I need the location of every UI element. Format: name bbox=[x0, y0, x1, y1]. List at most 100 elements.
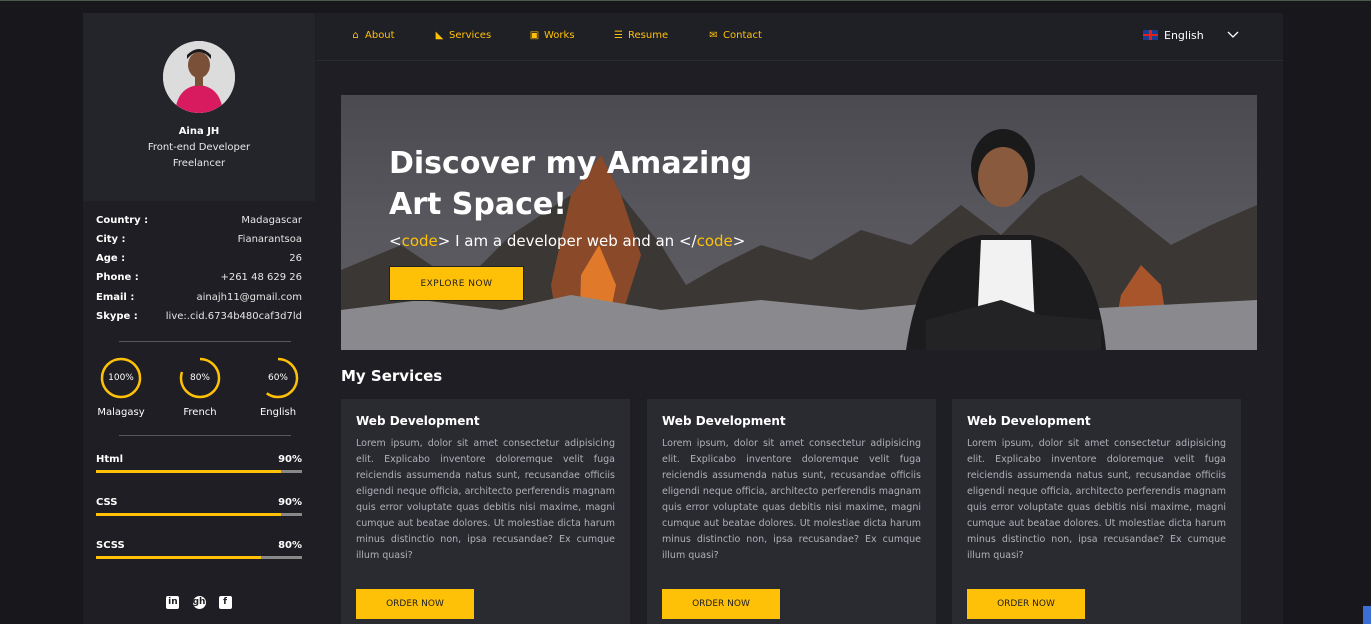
scrollbar[interactable] bbox=[1363, 606, 1371, 624]
skill-bar bbox=[96, 470, 302, 473]
avatar bbox=[163, 41, 235, 113]
nav-about[interactable]: ⌂ About bbox=[350, 29, 395, 43]
skill-percent: 80% bbox=[278, 540, 302, 551]
skill-html: Html 90% bbox=[96, 454, 302, 473]
linkedin-icon[interactable]: in bbox=[166, 596, 180, 609]
page-container: Aina JH Front-end Developer Freelancer C… bbox=[83, 13, 1283, 624]
nav-label: Works bbox=[544, 30, 575, 41]
language-name: Malagasy bbox=[97, 407, 145, 418]
info-value: Fianarantsoa bbox=[237, 234, 302, 245]
info-value: ainajh11@gmail.com bbox=[196, 292, 302, 303]
language-name: English bbox=[259, 407, 297, 418]
chevron-down-icon[interactable] bbox=[1227, 28, 1239, 40]
language-percent: 80% bbox=[189, 373, 210, 383]
profile-card: Aina JH Front-end Developer Freelancer bbox=[83, 13, 315, 201]
info-value: Madagascar bbox=[241, 215, 302, 226]
hero-sub-open: < bbox=[389, 232, 402, 250]
skill-css: CSS 90% bbox=[96, 497, 302, 516]
skill-name: Html bbox=[96, 454, 123, 465]
info-city: City : Fianarantsoa bbox=[96, 234, 302, 248]
service-title: Web Development bbox=[967, 414, 1091, 428]
skill-bar-fill bbox=[96, 470, 282, 473]
language-english: 60% English bbox=[243, 357, 313, 418]
divider bbox=[119, 435, 291, 436]
skill-bar bbox=[96, 556, 302, 559]
progress-ring: 80% bbox=[179, 357, 221, 399]
hero-sub-text: > I am a developer web and an </ bbox=[437, 232, 697, 250]
info-email: Email : ainajh11@gmail.com bbox=[96, 292, 302, 306]
skill-percent: 90% bbox=[278, 454, 302, 465]
service-card: Web Development Lorem ipsum, dolor sit a… bbox=[341, 399, 630, 624]
service-description: Lorem ipsum, dolor sit amet consectetur … bbox=[356, 438, 615, 561]
info-skype: Skype : live:.cid.6734b480caf3d7ld bbox=[96, 311, 302, 325]
progress-ring: 60% bbox=[257, 357, 299, 399]
info-value: +261 48 629 26 bbox=[220, 272, 302, 283]
facebook-icon[interactable]: f bbox=[218, 596, 232, 609]
nav-resume[interactable]: ☰ Resume bbox=[613, 29, 668, 43]
divider bbox=[119, 341, 291, 342]
service-title: Web Development bbox=[662, 414, 786, 428]
social-links: in gh f bbox=[83, 589, 315, 609]
hero-code-tag: code bbox=[696, 232, 733, 250]
contact-icon: ✉ bbox=[709, 30, 718, 41]
info-country: Country : Madagascar bbox=[96, 215, 302, 229]
language-percent: 100% bbox=[108, 373, 134, 383]
top-nav: ⌂ About ◣ Services ▣ Works ☰ Resume ✉ Contact… bbox=[317, 13, 1283, 61]
order-now-button[interactable]: ORDER NOW bbox=[356, 589, 474, 619]
hero-banner: Discover my Amazing Art Space! <code> I … bbox=[341, 95, 1257, 350]
explore-now-button[interactable]: EXPLORE NOW bbox=[389, 266, 524, 301]
skill-percent: 90% bbox=[278, 497, 302, 508]
nav-label: Contact bbox=[723, 30, 762, 41]
info-age: Age : 26 bbox=[96, 253, 302, 267]
hero-sub-close: > bbox=[732, 232, 746, 250]
skill-bar-fill bbox=[96, 556, 261, 559]
info-value: 26 bbox=[289, 253, 302, 264]
info-label: City : bbox=[96, 234, 126, 245]
info-label: Phone : bbox=[96, 272, 139, 283]
uk-flag-icon bbox=[1143, 30, 1158, 40]
order-now-button[interactable]: ORDER NOW bbox=[967, 589, 1085, 619]
info-label: Country : bbox=[96, 215, 149, 226]
top-border bbox=[0, 0, 1371, 1]
skill-name: CSS bbox=[96, 497, 118, 508]
profile-status: Freelancer bbox=[172, 158, 226, 169]
briefcase-icon: ▣ bbox=[529, 30, 540, 41]
language-percent: 60% bbox=[267, 373, 288, 383]
skill-name: SCSS bbox=[96, 540, 125, 551]
info-label: Age : bbox=[96, 253, 126, 264]
hero-subtitle: <code> I am a developer web and an </cod… bbox=[389, 232, 745, 250]
language-selector[interactable]: English bbox=[1143, 29, 1204, 42]
language-french: 80% French bbox=[165, 357, 235, 418]
info-phone: Phone : +261 48 629 26 bbox=[96, 272, 302, 286]
order-now-button[interactable]: ORDER NOW bbox=[662, 589, 780, 619]
nav-label: About bbox=[365, 30, 395, 41]
language-malagasy: 100% Malagasy bbox=[86, 357, 156, 418]
progress-ring: 100% bbox=[100, 357, 142, 399]
nav-label: Resume bbox=[628, 30, 669, 41]
nav-contact[interactable]: ✉ Contact bbox=[708, 29, 762, 43]
nav-services[interactable]: ◣ Services bbox=[434, 29, 492, 43]
services-heading: My Services bbox=[341, 367, 443, 385]
service-description: Lorem ipsum, dolor sit amet consectetur … bbox=[967, 438, 1226, 561]
language-selected: English bbox=[1164, 29, 1204, 42]
service-card: Web Development Lorem ipsum, dolor sit a… bbox=[952, 399, 1241, 624]
service-title: Web Development bbox=[356, 414, 480, 428]
profile-title: Front-end Developer bbox=[147, 142, 251, 153]
list-icon: ☰ bbox=[614, 30, 623, 41]
services-icon: ◣ bbox=[435, 30, 444, 41]
skill-bar bbox=[96, 513, 302, 516]
github-icon[interactable]: gh bbox=[192, 596, 206, 609]
info-label: Email : bbox=[96, 292, 135, 303]
nav-label: Services bbox=[449, 30, 492, 41]
profile-name: Aina JH bbox=[178, 126, 220, 137]
info-label: Skype : bbox=[96, 311, 138, 322]
home-icon: ⌂ bbox=[352, 30, 359, 41]
skill-bar-fill bbox=[96, 513, 282, 516]
service-card: Web Development Lorem ipsum, dolor sit a… bbox=[647, 399, 936, 624]
info-value: live:.cid.6734b480caf3d7ld bbox=[165, 311, 302, 322]
service-description: Lorem ipsum, dolor sit amet consectetur … bbox=[662, 438, 921, 561]
language-name: French bbox=[183, 407, 217, 418]
sidebar: Aina JH Front-end Developer Freelancer C… bbox=[83, 13, 315, 624]
skill-scss: SCSS 80% bbox=[96, 540, 302, 559]
nav-works[interactable]: ▣ Works bbox=[529, 29, 575, 43]
